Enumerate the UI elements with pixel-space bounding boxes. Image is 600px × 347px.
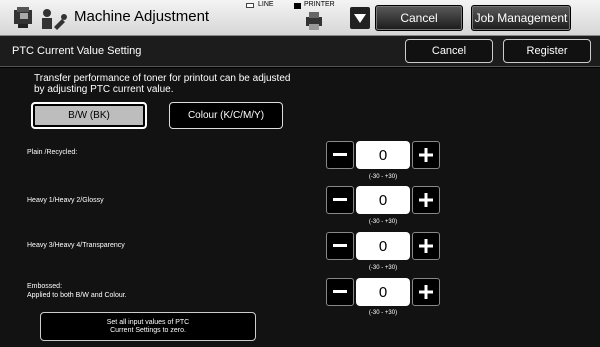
plus-icon xyxy=(419,193,433,207)
triangle-down-icon xyxy=(354,14,366,23)
page-title: PTC Current Value Setting xyxy=(12,45,142,57)
embossed-plus-button[interactable] xyxy=(412,278,440,306)
heavy1-heavy2-glossy-range: (-30 - +30) xyxy=(368,219,398,225)
reset-line-2: Current Settings to zero. xyxy=(110,327,186,334)
plain-recycled-value[interactable]: 0 xyxy=(356,141,410,169)
setting-label-embossed: Embossed: Applied to both B/W and Colour… xyxy=(27,282,127,300)
line-status-label: LINE xyxy=(258,1,274,8)
embossed-sublabel: Applied to both B/W and Colour. xyxy=(27,292,127,299)
description: Transfer performance of toner for printo… xyxy=(34,73,334,95)
embossed-label: Embossed: xyxy=(27,283,63,290)
heavy3-heavy4-transparency-plus-button[interactable] xyxy=(412,232,440,260)
status-dropdown-button[interactable] xyxy=(350,7,370,29)
line-status-indicator xyxy=(246,3,254,8)
plain-recycled-plus-button[interactable] xyxy=(412,141,440,169)
printer-status: PRINTER xyxy=(294,1,344,32)
tab-bw[interactable]: B/W (BK) xyxy=(31,102,147,129)
minus-icon xyxy=(333,198,347,201)
header-cancel-button[interactable]: Cancel xyxy=(375,5,463,31)
printer-status-icon xyxy=(304,12,326,30)
plus-icon xyxy=(419,148,433,162)
cancel-button[interactable]: Cancel xyxy=(405,39,493,63)
subheader: PTC Current Value Setting Cancel Registe… xyxy=(0,36,600,67)
embossed-stepper: 0 xyxy=(326,278,440,306)
heavy1-heavy2-glossy-stepper: 0 xyxy=(326,186,440,214)
description-line-2: by adjusting PTC current value. xyxy=(34,84,174,95)
reset-to-zero-button[interactable]: Set all input values of PTC Current Sett… xyxy=(40,312,256,341)
top-header: Machine Adjustment LINE PRINTER Cancel J… xyxy=(0,0,600,36)
reset-line-1: Set all input values of PTC xyxy=(106,319,190,326)
minus-icon xyxy=(333,244,347,247)
minus-icon xyxy=(333,290,347,293)
register-button[interactable]: Register xyxy=(503,39,591,63)
job-management-button[interactable]: Job Management xyxy=(471,5,571,31)
heavy3-heavy4-transparency-value[interactable]: 0 xyxy=(356,232,410,260)
description-line-1: Transfer performance of toner for printo… xyxy=(34,73,291,84)
machine-adjustment-icon xyxy=(14,5,70,31)
heavy1-heavy2-glossy-value[interactable]: 0 xyxy=(356,186,410,214)
heavy1-heavy2-glossy-plus-button[interactable] xyxy=(412,186,440,214)
embossed-value[interactable]: 0 xyxy=(356,278,410,306)
line-status: LINE xyxy=(246,1,290,10)
plain-recycled-range: (-30 - +30) xyxy=(368,174,398,180)
heavy3-heavy4-transparency-range: (-30 - +30) xyxy=(368,265,398,271)
heavy3-heavy4-transparency-minus-button[interactable] xyxy=(326,232,354,260)
setting-label-heavy3-heavy4-transparency: Heavy 3/Heavy 4/Transparency xyxy=(27,242,125,249)
plus-icon xyxy=(419,285,433,299)
tab-colour[interactable]: Colour (K/C/M/Y) xyxy=(169,102,283,129)
embossed-minus-button[interactable] xyxy=(326,278,354,306)
plain-recycled-stepper: 0 xyxy=(326,141,440,169)
setting-label-plain-recycled: Plain /Recycled: xyxy=(27,149,78,156)
plain-recycled-minus-button[interactable] xyxy=(326,141,354,169)
heavy1-heavy2-glossy-minus-button[interactable] xyxy=(326,186,354,214)
main-panel: Transfer performance of toner for printo… xyxy=(0,68,600,347)
printer-status-indicator xyxy=(294,3,301,9)
printer-status-label: PRINTER xyxy=(304,1,335,8)
embossed-range: (-30 - +30) xyxy=(368,310,398,316)
plus-icon xyxy=(419,239,433,253)
heavy3-heavy4-transparency-stepper: 0 xyxy=(326,232,440,260)
setting-label-heavy1-heavy2-glossy: Heavy 1/Heavy 2/Glossy xyxy=(27,197,104,204)
app-title: Machine Adjustment xyxy=(74,8,210,25)
minus-icon xyxy=(333,153,347,156)
